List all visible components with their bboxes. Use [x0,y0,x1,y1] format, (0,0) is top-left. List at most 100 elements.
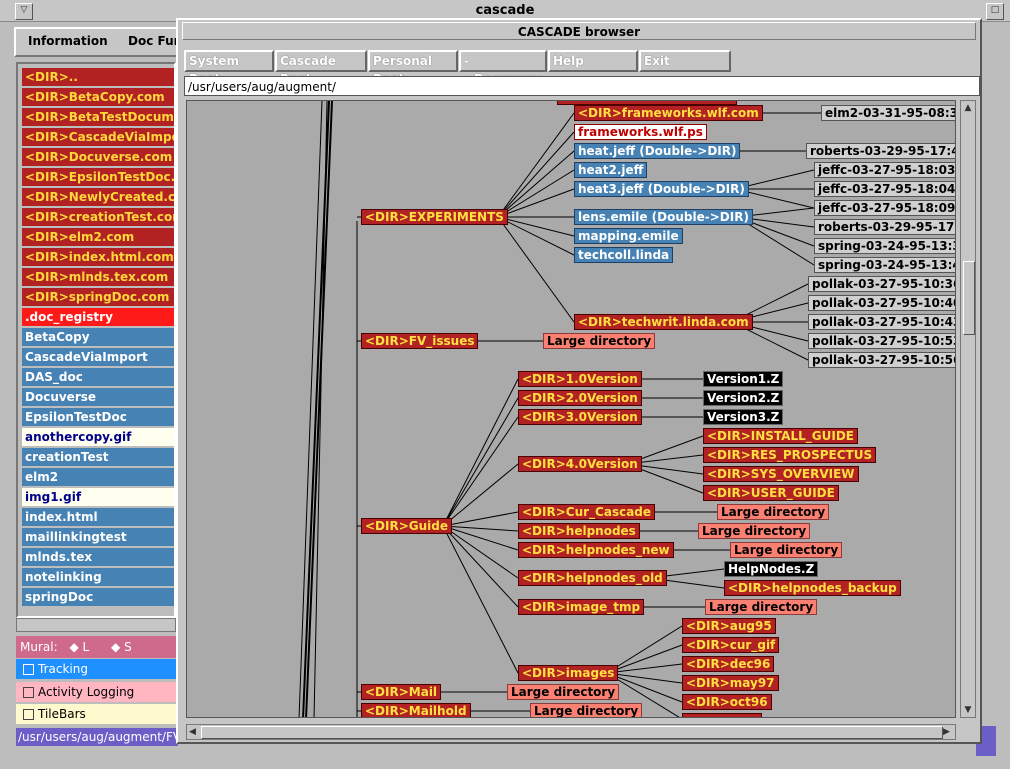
list-item[interactable]: <DIR>.. [22,68,174,86]
list-item[interactable]: .doc_registry [22,308,174,326]
list-item[interactable]: <DIR>elm2.com [22,228,174,246]
help-button[interactable]: Help [548,50,638,72]
tree-node-large-directory[interactable]: Large directory [543,333,656,349]
tree-node-mailhold[interactable]: <DIR>Mailhold [361,703,471,717]
personal-root-button[interactable]: Personal Root [368,50,458,86]
tree-node-lens-emile[interactable]: lens.emile (Double->DIR) [574,209,753,225]
scroll-right-icon[interactable]: ▶ [943,726,953,738]
tree-node-1-0version[interactable]: <DIR>1.0Version [518,371,642,387]
tree-node-timestamp[interactable]: elm2-03-31-95-08:38 [821,105,955,121]
tree-node-version1-z[interactable]: Version1.Z [703,371,784,387]
tree-node-helpnodes-backup[interactable]: <DIR>helpnodes_backup [724,580,901,596]
tree-node-sys-overview[interactable]: <DIR>SYS_OVERVIEW [703,466,859,482]
tree-node-version3-z[interactable]: Version3.Z [703,409,784,425]
scroll-down-icon[interactable]: ▼ [963,705,973,715]
list-item[interactable]: mlnds.tex [22,548,174,566]
list-item[interactable]: <DIR>CascadeViaImport.c [22,128,174,146]
tree-node-large-directory[interactable]: Large directory [717,504,830,520]
list-item[interactable]: <DIR>Docuverse.com [22,148,174,166]
tree-node-timestamp[interactable]: spring-03-24-95-13:3 [814,238,955,254]
tree-node-mapping-emile[interactable]: mapping.emile [574,228,683,244]
exit-button[interactable]: Exit [639,50,731,72]
list-item[interactable]: Docuverse [22,388,174,406]
tree-node-heat2-jeff[interactable]: heat2.jeff [574,162,648,178]
mural-option-l[interactable]: ◆ L [69,640,89,654]
menu-doc-functions[interactable]: Doc Fun [128,34,182,48]
scroll-left-icon[interactable]: ◀ [189,726,199,738]
tree-node-user-guide[interactable]: <DIR>USER_GUIDE [703,485,839,501]
tree-node-heat-jeff[interactable]: heat.jeff (Double->DIR) [574,143,741,159]
cascade-root-button[interactable]: Cascade Root [275,50,367,86]
list-item[interactable]: DAS_doc [22,368,174,386]
list-item[interactable]: img1.gif [22,488,174,506]
mural-option-s[interactable]: ◆ S [111,640,132,654]
tree-node-timestamp[interactable]: pollak-03-27-95-10:53 [808,333,955,349]
list-item[interactable]: creationTest [22,448,174,466]
tree-node-oct96[interactable]: <DIR>oct96 [682,694,772,710]
hscroll-thumb[interactable] [201,726,943,739]
list-item[interactable]: anothercopy.gif [22,428,174,446]
tree-node-timestamp[interactable]: pollak-03-27-95-10:56 [808,352,955,368]
tree-node-aug95[interactable]: <DIR>aug95 [682,618,776,634]
list-item[interactable]: index.html [22,508,174,526]
tree-node-techwrit[interactable]: <DIR>techwrit.linda.com [574,314,753,330]
list-item[interactable]: maillinkingtest [22,528,174,546]
tree-node-timestamp[interactable]: jeffc-03-27-95-18:09 [814,200,955,216]
tree-node-frameworks-dir[interactable]: <DIR>frameworks.wlf.com [574,105,763,121]
tree-node-helpnodes-old[interactable]: <DIR>helpnodes_old [518,570,667,586]
list-item[interactable]: notelinking [22,568,174,586]
tree-node-large-directory[interactable]: Large directory [698,523,811,539]
list-item[interactable]: springDoc [22,588,174,606]
list-item[interactable]: <DIR>BetaTestDocument [22,108,174,126]
window-menu-icon[interactable]: ▽ [15,3,33,20]
list-item[interactable]: EpsilonTestDoc [22,408,174,426]
tree-node-install-guide[interactable]: <DIR>INSTALL_GUIDE [703,428,858,444]
tree-hscroll[interactable]: ◀ ▶ [186,724,956,740]
tree-node-cur-cascade[interactable]: <DIR>Cur_Cascade [518,504,656,520]
list-item[interactable]: <DIR>springDoc.com [22,288,174,306]
tree-node-heat3-jeff[interactable]: heat3.jeff (Double->DIR) [574,181,749,197]
tree-node-frameworks-ps[interactable]: frameworks.wlf.ps [574,124,707,140]
tree-node-version2-z[interactable]: Version2.Z [703,390,784,406]
list-item[interactable]: <DIR>index.html.com [22,248,174,266]
list-item[interactable]: <DIR>BetaCopy.com [22,88,174,106]
tree-node-res-prospectus[interactable]: <DIR>RES_PROSPECTUS [703,447,877,463]
tree-node-2-0version[interactable]: <DIR>2.0Version [518,390,642,406]
list-item[interactable]: <DIR>creationTest.com [22,208,174,226]
list-item[interactable]: <DIR>mlnds.tex.com [22,268,174,286]
tilebars-checkbox[interactable]: TileBars [16,704,176,724]
activity-logging-checkbox[interactable]: Activity Logging [16,682,176,702]
tree-node-helpnodes-z[interactable]: HelpNodes.Z [724,561,819,577]
tree-node-images[interactable]: <DIR>images [518,665,619,681]
list-item[interactable]: BetaCopy [22,328,174,346]
docuverse-button[interactable]: ->Docuverse [459,50,547,86]
tree-node-timestamp[interactable]: roberts-03-29-95-17:1 [814,219,955,235]
system-root-button[interactable]: System Root [184,50,274,86]
tree-node-large-directory[interactable]: Large directory [705,599,818,615]
current-path-field[interactable]: /usr/users/aug/augment/FV [16,728,178,746]
list-item[interactable]: CascadeViaImport [22,348,174,366]
list-item[interactable]: <DIR>EpsilonTestDoc.com [22,168,174,186]
scroll-up-icon[interactable]: ▲ [963,103,973,113]
tree-node-image-tmp[interactable]: <DIR>image_tmp [518,599,645,615]
window-maximize-icon[interactable]: □ [986,3,1004,20]
tree-node-guide[interactable]: <DIR>Guide [361,518,453,534]
tree-node-cur-gif[interactable]: <DIR>cur_gif [682,637,780,653]
vscroll-thumb[interactable] [963,261,975,335]
tree-node-timestamp[interactable]: roberts-03-29-95-17:40 [806,143,955,159]
tracking-checkbox[interactable]: Tracking [16,659,176,679]
tree-node-timestamp[interactable]: jeffc-03-27-95-18:04 [814,181,955,197]
tree-node-3-0version[interactable]: <DIR>3.0Version [518,409,642,425]
tree-node-helpnodes[interactable]: <DIR>helpnodes [518,523,640,539]
tree-node-helpnodes-new[interactable]: <DIR>helpnodes_new [518,542,674,558]
tree-node-large-directory[interactable]: Large directory [730,542,843,558]
file-list-hscroll[interactable] [16,618,176,632]
tree-node-experiments[interactable]: <DIR>EXPERIMENTS [361,209,508,225]
menu-information[interactable]: Information [28,34,108,48]
tree-node-fv-issues[interactable]: <DIR>FV_issues [361,333,479,349]
list-item[interactable]: elm2 [22,468,174,486]
tree-node-timestamp[interactable]: pollak-03-27-95-10:36 [808,276,955,292]
tree-node-timestamp[interactable]: pollak-03-27-95-10:43 [808,314,955,330]
tree-node-timestamp[interactable]: jeffc-03-27-95-18:03 [814,162,955,178]
tree-node-may97[interactable]: <DIR>may97 [682,675,779,691]
